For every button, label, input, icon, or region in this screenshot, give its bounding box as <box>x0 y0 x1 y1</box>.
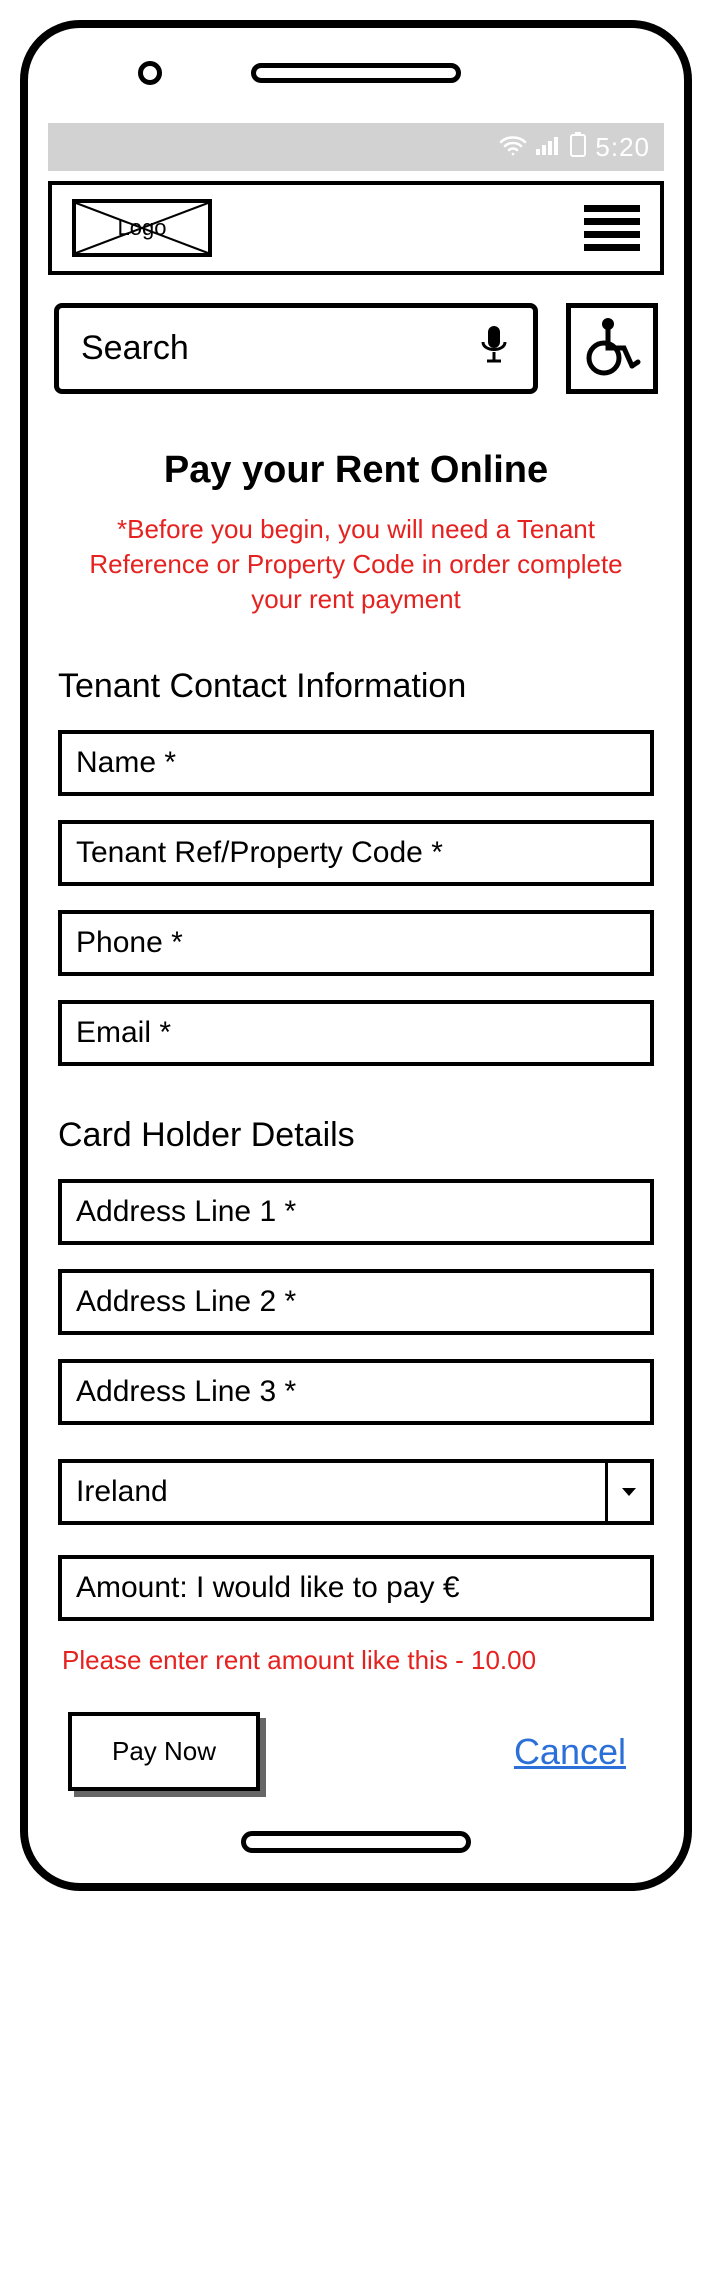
country-value: Ireland <box>62 1463 608 1521</box>
speaker-slot <box>251 63 461 83</box>
logo[interactable]: Logo <box>72 199 212 257</box>
wheelchair-icon <box>582 314 642 383</box>
app-bar: Logo <box>48 181 664 275</box>
wifi-icon <box>499 132 527 163</box>
email-field[interactable]: Email * <box>58 1000 654 1066</box>
home-slot <box>241 1831 471 1853</box>
accessibility-button[interactable] <box>566 303 658 394</box>
search-placeholder: Search <box>81 329 477 368</box>
warning-text: *Before you begin, you will need a Tenan… <box>68 512 644 617</box>
address3-field[interactable]: Address Line 3 * <box>58 1359 654 1425</box>
signal-icon <box>535 132 561 163</box>
chevron-down-icon <box>608 1463 650 1521</box>
phone-field[interactable]: Phone * <box>58 910 654 976</box>
search-input[interactable]: Search <box>54 303 538 394</box>
logo-text: Logo <box>118 215 167 240</box>
battery-icon <box>569 131 587 164</box>
amount-hint: Please enter rent amount like this - 10.… <box>62 1645 654 1676</box>
cancel-link[interactable]: Cancel <box>514 1731 626 1773</box>
phone-frame: 5:20 Logo Search Pay your Rent Online *B… <box>20 20 692 1891</box>
microphone-icon[interactable] <box>477 322 511 375</box>
status-time: 5:20 <box>595 132 650 163</box>
page-title: Pay your Rent Online <box>58 449 654 492</box>
phone-top-hardware <box>48 53 664 93</box>
status-bar: 5:20 <box>48 123 664 171</box>
pay-now-button[interactable]: Pay Now <box>68 1712 260 1791</box>
tenant-section-heading: Tenant Contact Information <box>58 667 654 706</box>
amount-field[interactable]: Amount: I would like to pay € <box>58 1555 654 1621</box>
phone-bottom-hardware <box>48 1831 664 1853</box>
name-field[interactable]: Name * <box>58 730 654 796</box>
country-select[interactable]: Ireland <box>58 1459 654 1525</box>
address2-field[interactable]: Address Line 2 * <box>58 1269 654 1335</box>
menu-icon[interactable] <box>584 205 640 251</box>
address1-field[interactable]: Address Line 1 * <box>58 1179 654 1245</box>
camera-dot <box>138 61 162 85</box>
tenant-ref-field[interactable]: Tenant Ref/Property Code * <box>58 820 654 886</box>
card-section-heading: Card Holder Details <box>58 1116 654 1155</box>
